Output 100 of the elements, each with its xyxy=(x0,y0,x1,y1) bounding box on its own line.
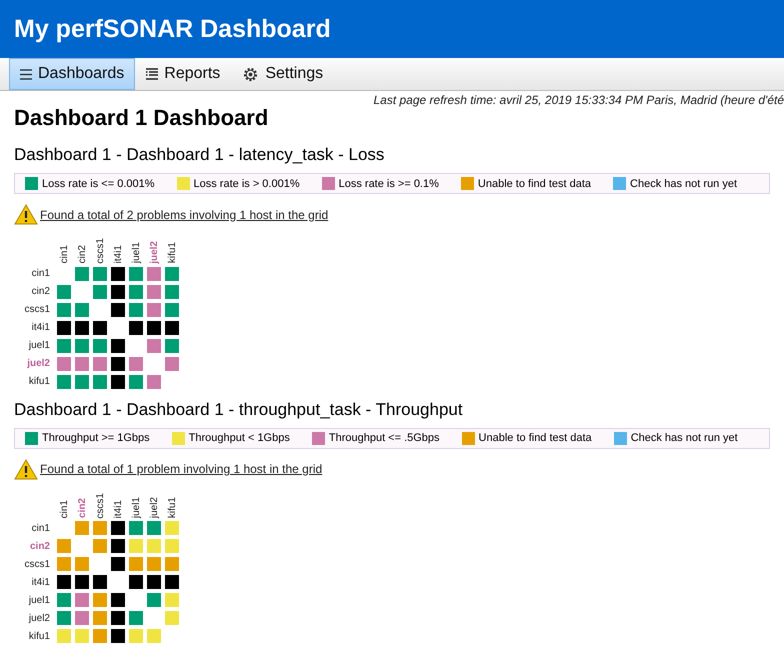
grid-cell[interactable] xyxy=(56,592,72,608)
grid-cell[interactable] xyxy=(74,320,90,336)
grid-cell[interactable] xyxy=(56,374,72,390)
grid-cell[interactable] xyxy=(128,628,144,644)
grid-cell[interactable] xyxy=(56,320,72,336)
column-host: cin2 xyxy=(76,244,88,264)
grid-cell[interactable] xyxy=(128,556,144,572)
grid-cell[interactable] xyxy=(128,574,144,590)
grid-cell[interactable] xyxy=(110,356,126,372)
grid-cell[interactable] xyxy=(56,284,72,300)
grid-cell[interactable] xyxy=(164,538,180,554)
grid-cell[interactable] xyxy=(92,374,108,390)
grid-cell[interactable] xyxy=(164,266,180,282)
grid-cell[interactable] xyxy=(56,610,72,626)
grid-cell[interactable] xyxy=(110,266,126,282)
grid-cell[interactable] xyxy=(146,556,162,572)
grid-cell[interactable] xyxy=(74,610,90,626)
grid-cell[interactable] xyxy=(74,302,90,318)
grid-cell[interactable] xyxy=(56,338,72,354)
grid-cell[interactable] xyxy=(110,284,126,300)
grid-cell[interactable] xyxy=(128,284,144,300)
grid-cell[interactable] xyxy=(146,302,162,318)
row-host: cin2 xyxy=(30,286,51,298)
grid-cell[interactable] xyxy=(74,556,90,572)
grid-cell[interactable] xyxy=(74,338,90,354)
grid-cell[interactable] xyxy=(146,266,162,282)
grid-cell[interactable] xyxy=(164,574,180,590)
grid-cell[interactable] xyxy=(92,520,108,536)
grid-cell[interactable] xyxy=(164,356,180,372)
warning-icon xyxy=(14,458,38,480)
grid-cell[interactable] xyxy=(128,374,144,390)
grid-cell[interactable] xyxy=(164,610,180,626)
grid-cell[interactable] xyxy=(128,320,144,336)
grid-cell[interactable] xyxy=(164,320,180,336)
grid-cell[interactable] xyxy=(146,574,162,590)
grid-cell[interactable] xyxy=(92,538,108,554)
grid-cell[interactable] xyxy=(128,356,144,372)
grid-cell[interactable] xyxy=(74,628,90,644)
row-host: cscs1 xyxy=(23,304,51,316)
grid-cell[interactable] xyxy=(74,356,90,372)
nav-tab[interactable]: Dashboards xyxy=(9,58,136,90)
row-host: it4i1 xyxy=(30,576,51,588)
grid-cell[interactable] xyxy=(146,520,162,536)
grid-cell[interactable] xyxy=(110,302,126,318)
grid-cell[interactable] xyxy=(146,538,162,554)
legend-label: Check has not run yet xyxy=(630,432,738,444)
grid-cell[interactable] xyxy=(74,574,90,590)
grid-cell[interactable] xyxy=(128,520,144,536)
grid-cell[interactable] xyxy=(164,284,180,300)
grid-cell[interactable] xyxy=(92,320,108,336)
grid-cell[interactable] xyxy=(56,538,72,554)
grid-cell[interactable] xyxy=(110,538,126,554)
grid-cell[interactable] xyxy=(110,628,126,644)
grid-cell[interactable] xyxy=(146,592,162,608)
grid-cell[interactable] xyxy=(164,556,180,572)
grid-cell[interactable] xyxy=(110,592,126,608)
menu-icon xyxy=(20,68,32,80)
grid-cell[interactable] xyxy=(56,574,72,590)
grid-cell[interactable] xyxy=(92,338,108,354)
grid-cell[interactable] xyxy=(128,610,144,626)
problems-link[interactable]: Found a total of 2 problems involving 1 host in the grid xyxy=(40,208,328,222)
grid-cell[interactable] xyxy=(110,610,126,626)
refresh-time: Last page refresh time: avril 25, 2019 15:33:34 PM Paris, Madrid (heure d'été xyxy=(372,92,784,107)
row-host: juel1 xyxy=(28,594,51,606)
grid-cell[interactable] xyxy=(92,574,108,590)
grid-cell[interactable] xyxy=(92,284,108,300)
grid-cell[interactable] xyxy=(110,556,126,572)
grid-cell[interactable] xyxy=(56,628,72,644)
grid-cell[interactable] xyxy=(92,356,108,372)
legend-label: Throughput <= .5Gbps xyxy=(328,432,440,444)
grid-cell[interactable] xyxy=(92,610,108,626)
grid-cell[interactable] xyxy=(128,266,144,282)
grid-cell[interactable] xyxy=(164,592,180,608)
grid-cell[interactable] xyxy=(110,338,126,354)
grid-cell[interactable] xyxy=(110,374,126,390)
grid-cell[interactable] xyxy=(92,266,108,282)
grid-cell[interactable] xyxy=(146,338,162,354)
grid-cell[interactable] xyxy=(146,284,162,300)
grid-cell[interactable] xyxy=(164,520,180,536)
grid-cell[interactable] xyxy=(164,338,180,354)
grid-cell[interactable] xyxy=(56,356,72,372)
grid-cell[interactable] xyxy=(92,592,108,608)
grid-cell[interactable] xyxy=(146,374,162,390)
grid-cell[interactable] xyxy=(74,592,90,608)
grid-cell[interactable] xyxy=(164,302,180,318)
grid-cell[interactable] xyxy=(128,538,144,554)
grid-cell[interactable] xyxy=(74,374,90,390)
nav-tab[interactable]: Settings xyxy=(231,58,334,90)
grid-cell[interactable] xyxy=(92,628,108,644)
grid-cell[interactable] xyxy=(110,520,126,536)
column-host: it4i1 xyxy=(112,244,124,264)
grid-cell[interactable] xyxy=(146,628,162,644)
nav-tab[interactable]: Reports xyxy=(135,58,232,90)
grid-cell[interactable] xyxy=(74,520,90,536)
grid-cell[interactable] xyxy=(128,302,144,318)
grid-cell[interactable] xyxy=(56,302,72,318)
problems-link[interactable]: Found a total of 1 problem involving 1 host in the grid xyxy=(40,462,322,476)
grid-cell[interactable] xyxy=(146,320,162,336)
grid-cell[interactable] xyxy=(56,556,72,572)
grid-cell[interactable] xyxy=(74,266,90,282)
